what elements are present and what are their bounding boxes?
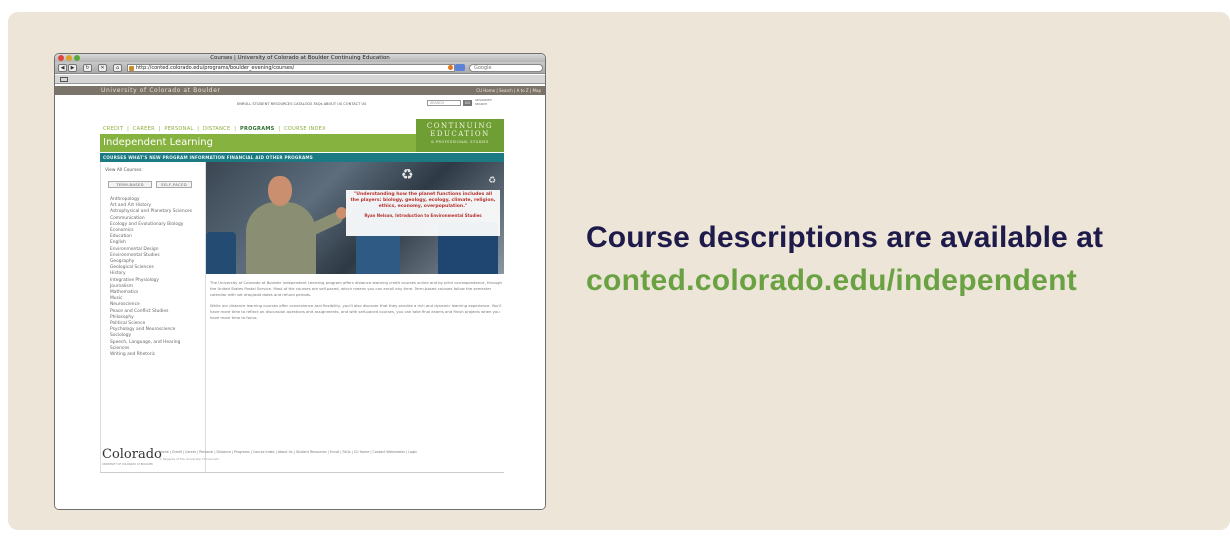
footer-divider — [100, 472, 504, 473]
top-nav-credit[interactable]: CREDIT — [103, 126, 123, 132]
brand-line-1: CONTINUING — [426, 122, 494, 130]
subject-link[interactable]: Astrophysical and Planetary Sciences — [110, 209, 192, 215]
footer-copyright: © Regents of the University of Colorado — [159, 457, 220, 461]
browser-search-placeholder: Google — [474, 65, 492, 71]
cu-header-bar: University of Colorado at Boulder CU Hom… — [55, 86, 545, 95]
view-all-label: View All Courses: — [105, 168, 143, 173]
colorado-logo[interactable]: Colorado — [102, 447, 162, 462]
caption-url[interactable]: conted.colorado.edu/independent — [586, 264, 1077, 298]
site-favicon-icon — [129, 66, 134, 71]
intro-copy: The University of Colorado at Boulder In… — [210, 280, 502, 327]
browser-toolbar: ◀ ▶ ↻ ✕ ⌂ http://conted.colorado.edu/pro… — [55, 62, 545, 74]
quote-text: "Understanding how the planet functions … — [350, 192, 496, 209]
brand-line-3: & PROFESSIONAL STUDIES — [431, 140, 489, 144]
home-icon[interactable]: ⌂ — [113, 64, 122, 72]
intro-paragraph-2: While our distance learning courses offe… — [210, 303, 502, 320]
quote-box: "Understanding how the planet functions … — [346, 190, 500, 236]
tab-term-based[interactable]: TERM-BASED — [108, 181, 152, 188]
tab-self-paced[interactable]: SELF-PACED — [156, 181, 192, 188]
colorado-logo-subtitle: UNIVERSITY OF COLORADO AT BOULDER — [102, 463, 153, 466]
site-search-go-button[interactable]: GO — [463, 100, 472, 106]
site-search-input[interactable]: SEARCH — [427, 100, 461, 106]
advanced-search-link[interactable]: ADVANCED SEARCH — [475, 98, 497, 106]
quote-attribution: Ryan Nelson, Introduction to Environment… — [364, 213, 482, 218]
reload-icon[interactable]: ↻ — [83, 64, 92, 72]
continuing-education-logo[interactable]: CONTINUING EDUCATION & PROFESSIONAL STUD… — [416, 119, 504, 152]
rss-icon[interactable] — [455, 64, 465, 71]
stop-icon[interactable]: ✕ — [98, 64, 107, 72]
cu-header-title[interactable]: University of Colorado at Boulder — [101, 87, 221, 94]
window-title: Courses | University of Colorado at Boul… — [210, 55, 390, 61]
brand-line-2: EDUCATION — [430, 130, 490, 138]
top-nav-course-index[interactable]: COURSE INDEX — [284, 126, 326, 132]
subject-link[interactable]: Writing and Rhetoric — [110, 352, 192, 358]
utility-links[interactable]: ENROLL STUDENT RESOURCES CATALOGS FAQs A… — [237, 102, 366, 106]
subject-link[interactable]: Speech, Language, and Hearing — [110, 340, 192, 346]
hero-image: ♻ ♻ "Understanding how the planet functi… — [206, 162, 504, 274]
web-page: University of Colorado at Boulder CU Hom… — [55, 84, 545, 509]
stop-loading-icon[interactable] — [448, 65, 453, 70]
top-nav: CREDIT | CAREER | PERSONAL | DISTANCE | … — [103, 126, 326, 132]
address-url: http://conted.colorado.edu/programs/boul… — [136, 65, 295, 71]
recycle-icon: ♻ — [401, 167, 414, 183]
top-nav-distance[interactable]: DISTANCE — [203, 126, 230, 132]
intro-paragraph-1: The University of Colorado at Boulder In… — [210, 280, 502, 297]
caption-headline: Course descriptions are available at — [586, 221, 1104, 254]
title-bar: Courses | University of Colorado at Boul… — [55, 54, 545, 62]
browser-search-input[interactable]: Google — [469, 64, 543, 72]
bookmarks-icon[interactable] — [60, 77, 68, 82]
recycle-icon-small: ♻ — [488, 176, 497, 186]
cu-header-links[interactable]: CU Home | Search | A to Z | Map — [476, 86, 541, 95]
speaker-figure — [246, 202, 316, 274]
address-bar[interactable]: http://conted.colorado.edu/programs/boul… — [127, 64, 455, 72]
subject-list: Anthropology Art and Art History Astrophys… — [110, 197, 192, 358]
top-nav-programs[interactable]: PROGRAMS — [240, 126, 275, 132]
footer-links[interactable]: Home | Credit | Career | Personal | Dist… — [159, 450, 417, 454]
top-nav-personal[interactable]: PERSONAL — [164, 126, 193, 132]
sub-nav[interactable]: COURSES WHAT'S NEW PROGRAM INFORMATION F… — [100, 153, 504, 162]
browser-window: Courses | University of Colorado at Boul… — [54, 53, 546, 510]
course-sidebar: View All Courses: TERM-BASED SELF-PACED … — [100, 162, 206, 472]
forward-icon[interactable]: ▶ — [68, 64, 77, 72]
back-icon[interactable]: ◀ — [58, 64, 67, 72]
bookmarks-bar — [55, 75, 545, 84]
top-nav-career[interactable]: CAREER — [133, 126, 155, 132]
section-title: Independent Learning — [103, 137, 213, 148]
